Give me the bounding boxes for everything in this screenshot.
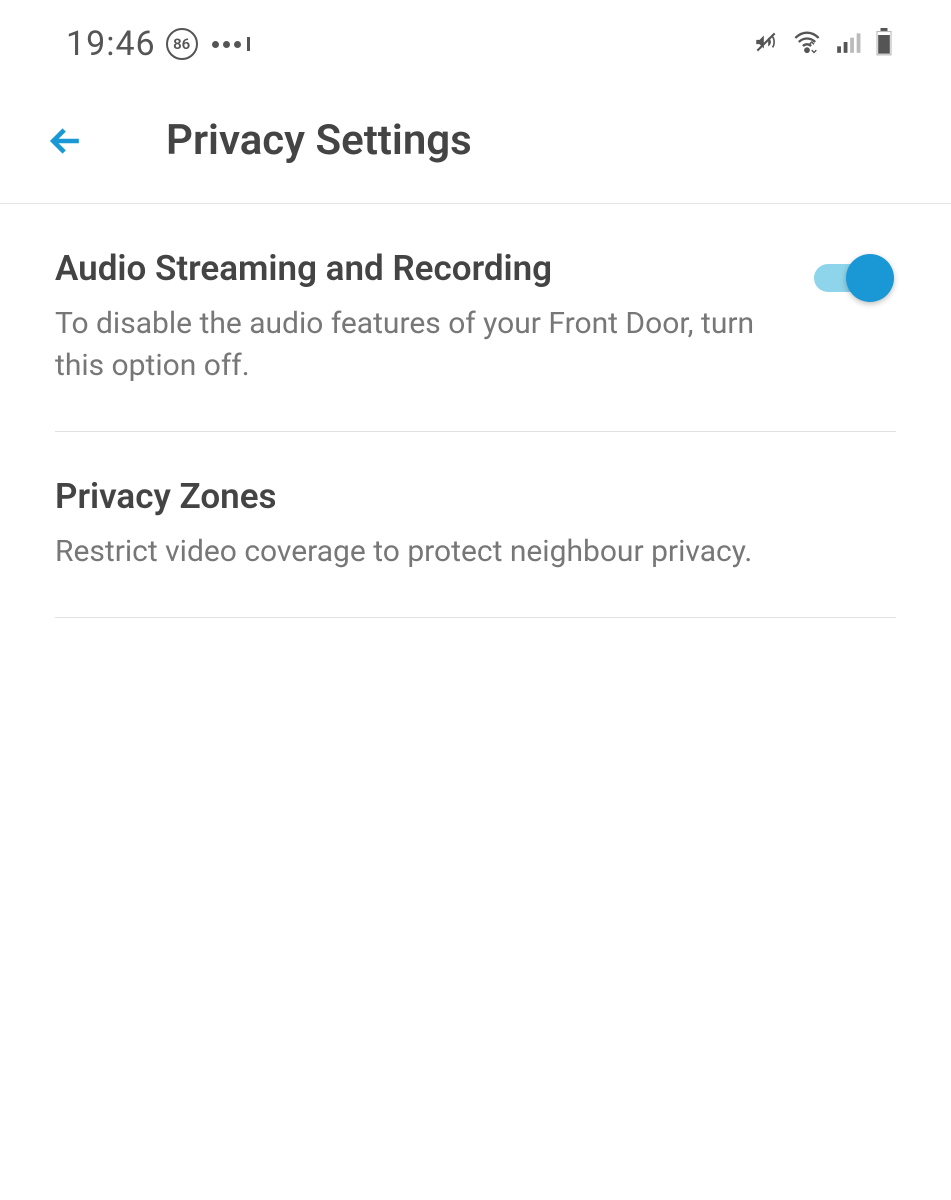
- status-bar-right: [753, 28, 893, 60]
- setting-description: Restrict video coverage to protect neigh…: [55, 531, 775, 573]
- settings-list: Audio Streaming and Recording To disable…: [0, 204, 951, 618]
- setting-title: Audio Streaming and Recording: [55, 248, 814, 289]
- page-title: Privacy Settings: [166, 116, 472, 165]
- back-arrow-icon: [44, 119, 88, 163]
- setting-privacy-zones[interactable]: Privacy Zones Restrict video coverage to…: [55, 432, 896, 618]
- setting-audio-streaming[interactable]: Audio Streaming and Recording To disable…: [55, 204, 896, 432]
- status-bar-left: 19:46 86: [66, 24, 250, 64]
- back-button[interactable]: [44, 119, 88, 163]
- status-time: 19:46: [66, 24, 156, 64]
- setting-description: To disable the audio features of your Fr…: [55, 303, 775, 387]
- status-badge: 86: [166, 28, 198, 60]
- setting-content: Privacy Zones Restrict video coverage to…: [55, 476, 896, 573]
- app-header: Privacy Settings: [0, 88, 951, 204]
- vibrate-icon: [753, 29, 779, 59]
- audio-streaming-toggle[interactable]: [814, 254, 888, 288]
- more-dots-icon: [212, 37, 250, 51]
- wifi-icon: [793, 28, 821, 60]
- battery-icon: [875, 28, 893, 60]
- status-bar: 19:46 86: [0, 0, 951, 88]
- setting-title: Privacy Zones: [55, 476, 896, 517]
- setting-content: Audio Streaming and Recording To disable…: [55, 248, 814, 387]
- signal-icon: [835, 29, 861, 59]
